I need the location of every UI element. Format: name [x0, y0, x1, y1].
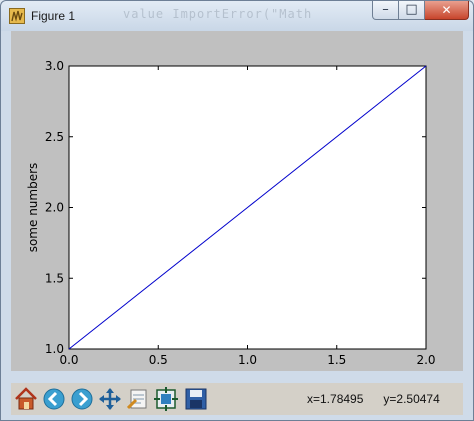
matplotlib-app-icon[interactable]	[9, 8, 25, 24]
y-tick-label: 1.5	[45, 271, 64, 285]
figure-canvas[interactable]: 0.0 0.5 1.0 1.5 2.0 1.0 1.5 2.0 2.5 3.0 some numb…	[11, 31, 463, 371]
pan-button[interactable]	[97, 386, 123, 412]
zoom-icon	[126, 389, 147, 410]
maximize-icon: □	[405, 2, 418, 17]
x-tick-label: 2.0	[416, 353, 435, 367]
minimize-icon: –	[382, 2, 389, 17]
x-readout: x=1.78495	[307, 392, 364, 406]
back-button[interactable]	[41, 386, 67, 412]
close-button[interactable]: ✕	[425, 1, 469, 20]
home-button[interactable]	[13, 386, 39, 412]
save-icon	[185, 388, 207, 410]
figure-window: Figure 1 value ImportError("Math – □ ✕ 0…	[0, 0, 474, 421]
zoom-button[interactable]	[125, 386, 151, 412]
x-tick-label: 0.5	[149, 353, 168, 367]
y-readout: y=2.50474	[383, 392, 440, 406]
subplots-button[interactable]	[153, 386, 179, 412]
pan-icon	[99, 388, 121, 410]
x-tick-label: 1.0	[238, 353, 257, 367]
title-bar[interactable]: Figure 1 value ImportError("Math – □ ✕	[1, 1, 473, 31]
y-tick-label: 1.0	[45, 342, 64, 356]
window-title: Figure 1	[31, 9, 76, 23]
y-tick-label: 2.5	[45, 130, 64, 144]
line-chart[interactable]: 0.0 0.5 1.0 1.5 2.01.01.52.02.53.0 some numb…	[11, 31, 463, 371]
y-axis-label: some numbers	[26, 163, 40, 253]
y-tick-label: 2.0	[45, 201, 64, 215]
navigation-toolbar: x=1.78495 y=2.50474	[11, 383, 463, 415]
y-tick-label: 3.0	[45, 59, 64, 73]
background-window-text: value ImportError("Math	[123, 7, 313, 21]
close-icon: ✕	[441, 3, 452, 17]
forward-button[interactable]	[69, 386, 95, 412]
subplots-icon	[154, 387, 178, 411]
window-controls: – □ ✕	[372, 1, 469, 21]
maximize-button[interactable]: □	[399, 1, 425, 20]
x-tick-label: 1.5	[327, 353, 346, 367]
minimize-button[interactable]: –	[372, 1, 399, 20]
forward-icon	[71, 388, 93, 410]
save-button[interactable]	[183, 386, 209, 412]
home-icon	[15, 387, 37, 410]
back-icon	[43, 388, 65, 410]
cursor-coordinates: x=1.78495 y=2.50474	[307, 392, 460, 406]
